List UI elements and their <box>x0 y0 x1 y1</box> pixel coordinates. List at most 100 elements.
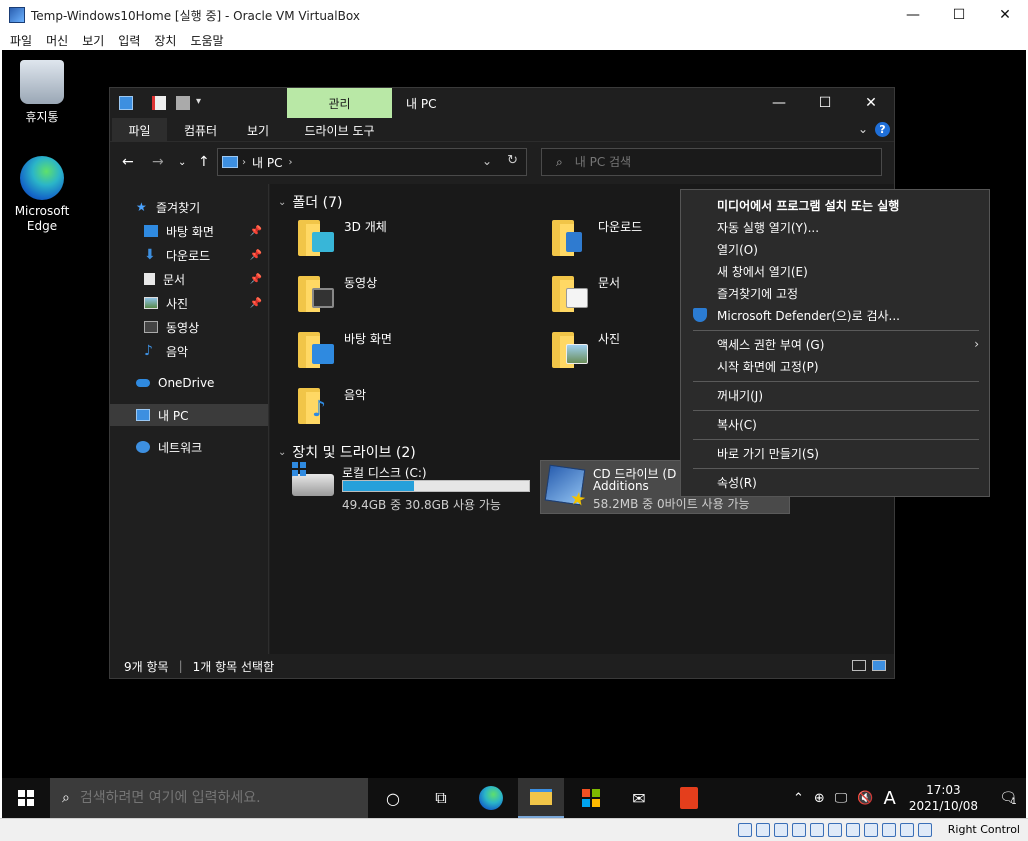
collapse-chevron-icon[interactable]: ⌄ <box>278 447 286 458</box>
menu-item-open-new-window[interactable]: 새 창에서 열기(E) <box>681 260 989 282</box>
collapse-chevron-icon[interactable]: ⌄ <box>278 197 286 208</box>
sidebar-item-music[interactable]: ♪ 음악 <box>110 340 268 362</box>
mouse-integration-status-icon[interactable] <box>900 823 914 837</box>
vbox-menu-machine[interactable]: 머신 <box>46 32 68 49</box>
vbox-menu-input[interactable]: 입력 <box>118 32 140 49</box>
tab-file[interactable]: 파일 <box>112 118 167 142</box>
taskbar-mail[interactable]: ✉ <box>616 778 662 818</box>
taskbar-store[interactable] <box>568 778 614 818</box>
tab-computer[interactable]: 컴퓨터 <box>168 118 233 142</box>
hard-disk-status-icon[interactable] <box>738 823 752 837</box>
sidebar-item-videos[interactable]: 동영상 <box>110 316 268 338</box>
action-center-button[interactable]: 🗨 1 <box>990 778 1026 818</box>
expand-ribbon-icon[interactable]: ⌄ <box>858 122 868 136</box>
tab-view[interactable]: 보기 <box>234 118 282 142</box>
search-box[interactable]: ⌕ <box>541 148 882 176</box>
sidebar-item-pictures[interactable]: 사진 📌 <box>110 292 268 314</box>
search-input[interactable] <box>574 155 855 169</box>
sidebar-item-downloads[interactable]: ⬇ 다운로드 📌 <box>110 244 268 266</box>
vbox-menu-view[interactable]: 보기 <box>82 32 104 49</box>
pin-icon[interactable]: 📌 <box>250 226 262 237</box>
help-icon[interactable]: ? <box>875 122 890 137</box>
back-button[interactable]: ← <box>122 154 134 170</box>
sidebar-item-quick-access[interactable]: ★ 즐겨찾기 <box>110 196 268 218</box>
volume-muted-icon[interactable]: 🔇 <box>857 791 873 806</box>
start-button[interactable] <box>2 778 50 818</box>
menu-item-open[interactable]: 열기(O) <box>681 238 989 260</box>
forward-button[interactable]: → <box>152 154 164 170</box>
explorer-close-button[interactable]: ✕ <box>848 88 894 118</box>
address-bar[interactable]: › 내 PC › ⌄ ↻ <box>217 148 527 176</box>
taskbar-edge[interactable] <box>468 778 514 818</box>
keyboard-capture-status-icon[interactable] <box>918 823 932 837</box>
shared-folders-status-icon[interactable] <box>828 823 842 837</box>
sidebar-item-desktop[interactable]: 바탕 화면 📌 <box>110 220 268 242</box>
menu-item-pin-start[interactable]: 시작 화면에 고정(P) <box>681 355 989 377</box>
task-view-button[interactable]: ⧉ <box>418 778 464 818</box>
breadcrumb-chevron-icon[interactable]: › <box>288 157 292 168</box>
pin-icon[interactable]: 📌 <box>250 298 262 309</box>
taskbar-search-input[interactable] <box>79 790 360 806</box>
explorer-maximize-button[interactable]: ☐ <box>802 88 848 118</box>
menu-item-create-shortcut[interactable]: 바로 가기 만들기(S) <box>681 442 989 464</box>
refresh-icon[interactable]: ↻ <box>507 153 518 168</box>
address-dropdown-icon[interactable]: ⌄ <box>482 154 492 168</box>
taskbar-file-explorer[interactable] <box>518 778 564 818</box>
sidebar-item-this-pc[interactable]: 내 PC <box>110 404 268 426</box>
pin-icon[interactable]: 📌 <box>250 250 262 261</box>
sidebar-item-onedrive[interactable]: OneDrive <box>110 372 268 394</box>
up-button[interactable]: ↑ <box>198 154 210 170</box>
network-status-icon[interactable] <box>792 823 806 837</box>
network-icon[interactable]: 🖵 <box>835 791 848 806</box>
new-folder-icon[interactable] <box>176 96 190 110</box>
details-view-icon[interactable] <box>852 660 866 671</box>
large-icons-view-icon[interactable] <box>872 660 886 671</box>
taskbar-office[interactable] <box>666 778 712 818</box>
vbox-menu-file[interactable]: 파일 <box>10 32 32 49</box>
desktop-recycle-bin[interactable]: 휴지통 <box>4 60 80 125</box>
menu-item-install-from-media[interactable]: 미디어에서 프로그램 설치 또는 실행 <box>681 194 989 216</box>
vbox-maximize-button[interactable]: ☐ <box>936 0 982 30</box>
optical-drive-status-icon[interactable] <box>756 823 770 837</box>
clock[interactable]: 17:03 2021/10/08 <box>909 782 978 814</box>
folders-group-header[interactable]: ⌄ 폴더 (7) <box>278 192 342 212</box>
menu-item-properties[interactable]: 속성(R) <box>681 471 989 493</box>
recording-status-icon[interactable] <box>864 823 878 837</box>
vbox-menu-help[interactable]: 도움말 <box>190 32 223 49</box>
folder-music[interactable]: ♪ 음악 <box>298 382 518 432</box>
menu-item-give-access[interactable]: 액세스 권한 부여 (G) › <box>681 333 989 355</box>
cortana-button[interactable]: ○ <box>370 778 416 818</box>
vt-x-status-icon[interactable] <box>882 823 896 837</box>
explorer-minimize-button[interactable]: — <box>756 88 802 118</box>
recent-locations-icon[interactable]: ⌄ <box>178 157 186 168</box>
audio-status-icon[interactable] <box>774 823 788 837</box>
show-hidden-icons-chevron-icon[interactable]: ⌃ <box>793 791 804 806</box>
tab-drive-tools[interactable]: 드라이브 도구 <box>287 118 392 142</box>
drives-group-header[interactable]: ⌄ 장치 및 드라이브 (2) <box>278 442 416 462</box>
vbox-close-button[interactable]: ✕ <box>982 0 1028 30</box>
menu-item-open-autoplay[interactable]: 자동 실행 열기(Y)... <box>681 216 989 238</box>
quick-access-dropdown-icon[interactable]: ▾ <box>196 96 210 110</box>
menu-item-pin-quick-access[interactable]: 즐겨찾기에 고정 <box>681 282 989 304</box>
folder-videos[interactable]: 동영상 <box>298 270 518 320</box>
display-status-icon[interactable] <box>846 823 860 837</box>
drive-local-c[interactable]: 로컬 디스크 (C:) 49.4GB 중 30.8GB 사용 가능 <box>290 460 540 514</box>
ime-indicator[interactable]: A <box>884 788 896 809</box>
folder-desktop[interactable]: 바탕 화면 <box>298 326 518 376</box>
folder-3d-objects[interactable]: 3D 개체 <box>298 214 518 264</box>
taskbar-search-box[interactable]: ⌕ <box>50 778 368 818</box>
pin-icon[interactable]: 📌 <box>250 274 262 285</box>
menu-item-copy[interactable]: 복사(C) <box>681 413 989 435</box>
menu-item-eject[interactable]: 꺼내기(J) <box>681 384 989 406</box>
breadcrumb-this-pc[interactable]: 내 PC <box>252 154 282 171</box>
sync-icon[interactable]: ⊕ <box>814 791 825 806</box>
vbox-menu-devices[interactable]: 장치 <box>154 32 176 49</box>
sidebar-item-documents[interactable]: 문서 📌 <box>110 268 268 290</box>
sidebar-item-network[interactable]: 네트워크 <box>110 436 268 458</box>
usb-status-icon[interactable] <box>810 823 824 837</box>
desktop-edge[interactable]: Microsoft Edge <box>4 156 80 234</box>
menu-item-defender-scan[interactable]: Microsoft Defender(으)로 검사... <box>681 304 989 326</box>
vbox-minimize-button[interactable]: — <box>890 0 936 30</box>
tab-manage[interactable]: 관리 <box>287 88 392 118</box>
properties-icon[interactable] <box>152 96 166 110</box>
